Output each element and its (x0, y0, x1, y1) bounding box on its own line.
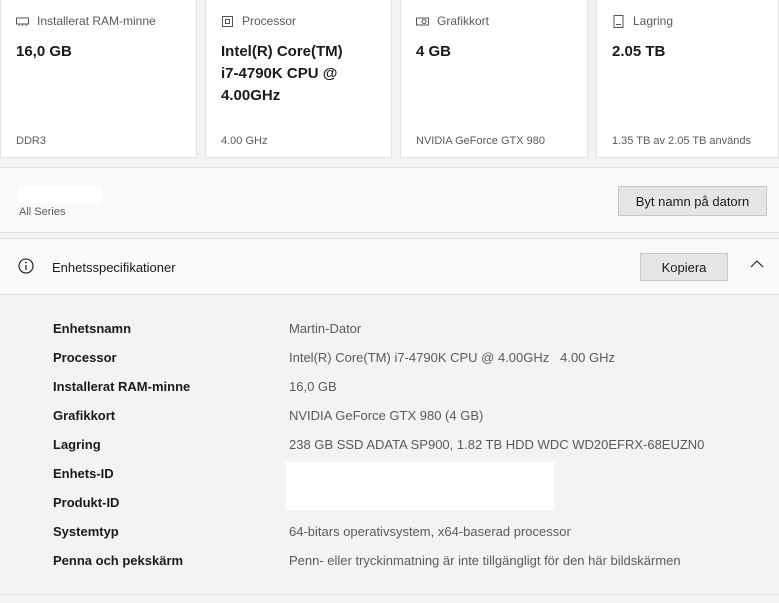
spec-row: Systemtyp 64-bitars operativsystem, x64-… (0, 523, 779, 552)
spec-row: Penna och pekskärm Penn- eller tryckinma… (0, 552, 779, 581)
device-name-redacted (18, 186, 102, 204)
device-specifications-list: Enhetsnamn Martin-Dator Processor Intel(… (0, 295, 779, 595)
spec-row: Lagring 238 GB SSD ADATA SP900, 1.82 TB … (0, 436, 779, 465)
spec-label: Installerat RAM-minne (53, 379, 191, 394)
device-id-redacted (286, 462, 554, 510)
spec-value: Martin-Dator (289, 321, 362, 336)
card-graphics: Grafikkort 4 GB NVIDIA GeForce GTX 980 (400, 0, 588, 158)
ram-icon (16, 17, 29, 26)
spec-value: 238 GB SSD ADATA SP900, 1.82 TB HDD WDC … (289, 437, 705, 452)
card-subtext: 1.35 TB av 2.05 TB används (612, 135, 752, 147)
card-value: Intel(R) Core(TM) i7-4790K CPU @ 4.00GHz (221, 41, 343, 107)
graphics-card-icon (416, 17, 429, 25)
card-storage: Lagring 2.05 TB 1.35 TB av 2.05 TB använ… (596, 0, 779, 158)
spec-row: Grafikkort NVIDIA GeForce GTX 980 (4 GB) (0, 407, 779, 436)
spec-row: Processor Intel(R) Core(TM) i7-4790K CPU… (0, 349, 779, 378)
card-value: 16,0 GB (16, 41, 72, 63)
card-value-line: 4 GB (416, 43, 452, 60)
chevron-up-icon[interactable] (750, 259, 764, 269)
spec-label: Processor (53, 350, 117, 365)
spec-label: Systemtyp (53, 524, 119, 539)
card-value-line: Intel(R) Core(TM) (221, 43, 343, 60)
section-title: Enhetsspecifikationer (52, 260, 176, 275)
device-specifications-header[interactable]: Enhetsspecifikationer Kopiera (0, 238, 779, 295)
info-icon (18, 258, 34, 274)
card-ram: Installerat RAM-minne 16,0 GB DDR3 (0, 0, 197, 158)
spec-value: 64-bitars operativsystem, x64-baserad pr… (289, 524, 571, 539)
copy-button[interactable]: Kopiera (640, 253, 728, 281)
spec-label: Penna och pekskärm (53, 553, 184, 568)
device-name-section: All Series Byt namn på datorn (0, 167, 779, 233)
hardware-summary-cards: Installerat RAM-minne 16,0 GB DDR3 Proce… (0, 0, 779, 160)
spec-value: Intel(R) Core(TM) i7-4790K CPU @ 4.00GHz… (289, 350, 616, 365)
spec-row: Installerat RAM-minne 16,0 GB (0, 378, 779, 407)
spec-value: 16,0 GB (289, 379, 337, 394)
spec-label: Produkt-ID (53, 495, 120, 510)
card-title: Installerat RAM-minne (37, 14, 156, 28)
card-title: Grafikkort (437, 14, 490, 28)
card-value: 4 GB (416, 41, 451, 63)
storage-icon (613, 14, 624, 28)
device-model: All Series (19, 206, 66, 218)
spec-label: Enhetsnamn (53, 321, 132, 336)
card-value-line: 4.00GHz (221, 87, 281, 104)
divider (0, 594, 779, 595)
card-processor: Processor Intel(R) Core(TM) i7-4790K CPU… (205, 0, 392, 158)
spec-label: Enhets-ID (53, 466, 114, 481)
card-value: 2.05 TB (612, 41, 665, 63)
card-value-line: 16,0 GB (16, 43, 72, 60)
spec-value: Penn- eller tryckinmatning är inte tillg… (289, 553, 681, 568)
spec-label: Lagring (53, 437, 101, 452)
card-title: Processor (242, 14, 297, 28)
card-subtext: NVIDIA GeForce GTX 980 (416, 135, 545, 147)
spec-row: Enhetsnamn Martin-Dator (0, 320, 779, 349)
card-value-line: 2.05 TB (612, 43, 666, 60)
card-subtext: DDR3 (16, 135, 46, 147)
rename-pc-button[interactable]: Byt namn på datorn (618, 186, 767, 216)
card-title: Lagring (633, 14, 674, 28)
processor-icon (222, 15, 233, 27)
card-value-line: i7-4790K CPU @ (221, 65, 338, 82)
spec-label: Grafikkort (53, 408, 116, 423)
spec-value: NVIDIA GeForce GTX 980 (4 GB) (289, 408, 484, 423)
card-subtext: 4.00 GHz (221, 135, 268, 147)
